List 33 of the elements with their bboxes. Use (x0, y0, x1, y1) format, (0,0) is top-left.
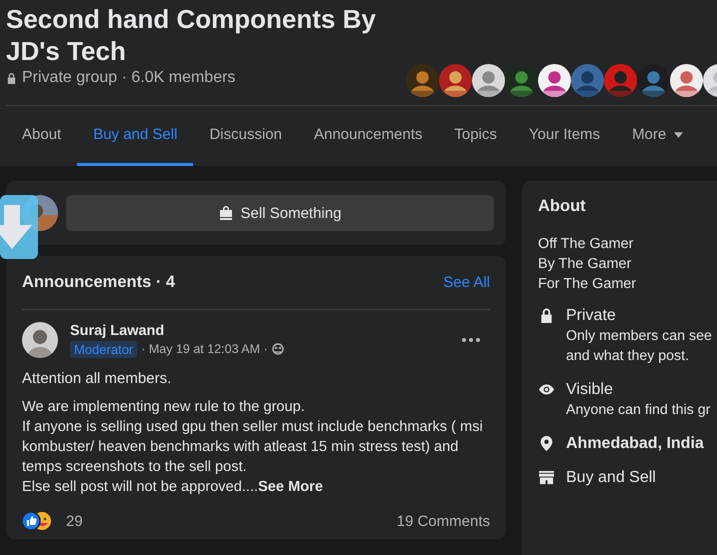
reaction-count[interactable]: 29 (66, 512, 397, 530)
see-all-link[interactable]: See All (443, 274, 490, 291)
tab[interactable]: Buy and Sell (77, 106, 194, 166)
tab[interactable]: Announcements (298, 106, 438, 166)
about-item-title: Visible (566, 380, 614, 400)
post-time[interactable]: · May 19 at 12:03 AM · (141, 342, 268, 356)
section-title: About (538, 197, 587, 216)
group-description: For The Gamer (538, 275, 638, 294)
sell-something-button[interactable]: Sell Something (66, 195, 494, 231)
see-more-link[interactable]: See More (258, 479, 323, 495)
tab[interactable]: Your Items (512, 106, 616, 166)
group-description: By The Gamer (538, 255, 632, 274)
post-text: Else sell post will not be approved....See More (22, 478, 324, 497)
post-text: We are implementing new rule to the group. (22, 398, 306, 417)
author-name[interactable]: Suraj Lawand (70, 322, 450, 338)
post-text: If anyone is selling used gpu then seller must include benchmarks ( msi kombuster/ heaven benchmarks with atleast 15 min stress test) and temps screenshots to the sell post. (22, 418, 484, 477)
comment-count[interactable]: 19 Comments (396, 512, 490, 530)
group-description: Off The Gamer (538, 235, 634, 254)
moderator-badge: Moderator (70, 340, 138, 358)
about-item-title: Ahmedabad, India (566, 434, 704, 454)
about-item-detail: Only members can see (566, 327, 712, 346)
tab[interactable]: More (616, 106, 700, 166)
group-title: Second hand Components By JD's Tech (6, 3, 377, 67)
tab[interactable]: About (6, 106, 78, 166)
tab[interactable]: Discussion (193, 106, 298, 166)
about-item-title: Private (566, 306, 617, 326)
post-text: Attention all members. (22, 370, 172, 387)
section-title: Announcements · 4 (22, 273, 176, 292)
group-privacy: Private group · 6.0K members (22, 69, 236, 87)
about-item-detail: Anyone can find this gr (566, 401, 710, 420)
about-item-title: Buy and Sell (566, 468, 656, 488)
tab[interactable]: Topics (438, 106, 513, 166)
about-item-detail: and what they post. (566, 347, 690, 366)
